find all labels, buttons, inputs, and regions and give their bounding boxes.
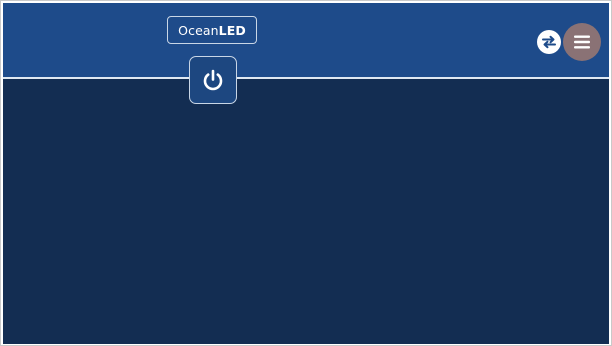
hamburger-menu-icon (574, 35, 590, 49)
oceanled-logo: OceanLED (167, 16, 257, 44)
menu-button[interactable] (563, 23, 601, 61)
logo-text-led: LED (218, 22, 246, 38)
swap-button[interactable] (537, 30, 561, 54)
logo-text: OceanLED (178, 23, 246, 38)
top-bar: OceanLED (3, 3, 609, 77)
swap-arrows-icon (542, 35, 556, 49)
power-icon (203, 69, 223, 91)
logo-text-ocean: Ocean (178, 22, 219, 38)
app-window: OceanLED (3, 3, 609, 344)
main-content-area (3, 79, 609, 344)
screenshot-frame: OceanLED (0, 0, 612, 346)
power-button[interactable] (189, 56, 237, 104)
